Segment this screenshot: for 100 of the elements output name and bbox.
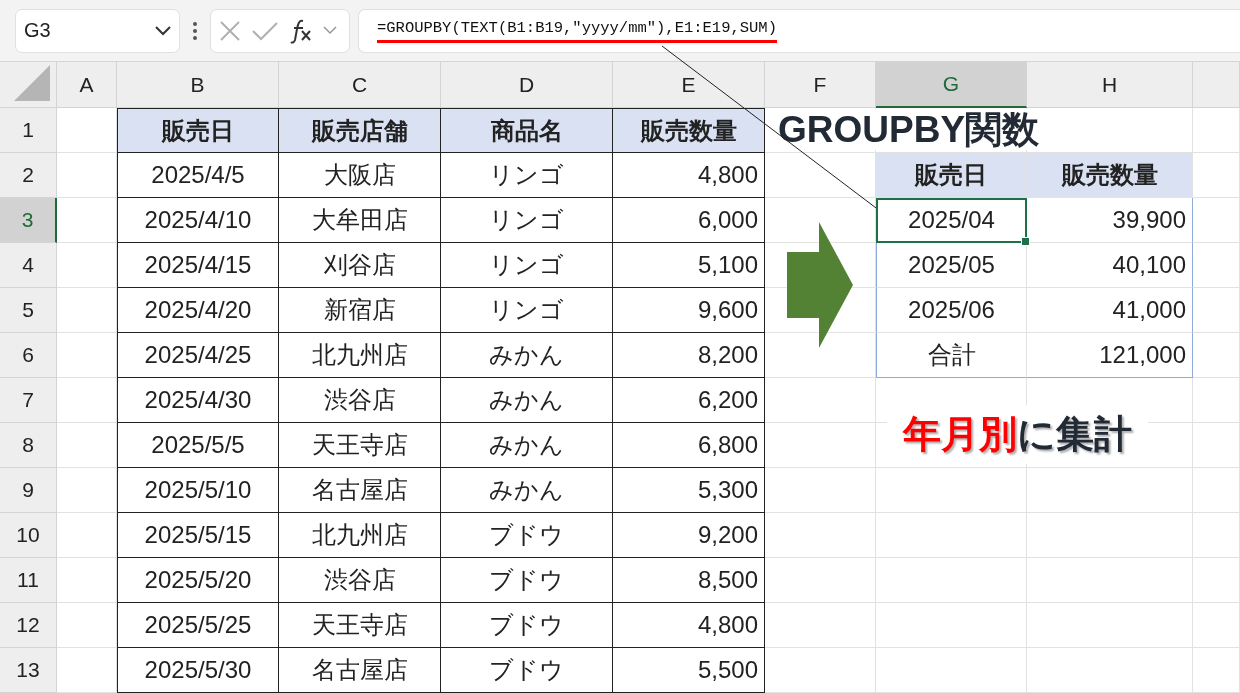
empty-cell (1193, 513, 1240, 558)
function-icon[interactable] (289, 17, 313, 44)
column-heading: 販売店舗 (279, 108, 441, 153)
row-header[interactable]: 10 (0, 513, 57, 558)
table-cell: みかん (441, 333, 613, 378)
table-cell: 2025/5/20 (117, 558, 279, 603)
row-header[interactable]: 12 (0, 603, 57, 648)
table-cell: 6,200 (613, 378, 765, 423)
table-cell: 121,000 (1027, 333, 1193, 378)
table-cell: 名古屋店 (279, 648, 441, 693)
table-cell: 2025/5/5 (117, 423, 279, 468)
empty-cell (1193, 378, 1240, 423)
table-cell: 名古屋店 (279, 468, 441, 513)
empty-cell (1193, 648, 1240, 693)
table-cell: 北九州店 (279, 333, 441, 378)
column-heading: 販売日 (876, 153, 1027, 198)
column-header[interactable]: C (279, 62, 441, 108)
table-cell: 39,900 (1027, 198, 1193, 243)
column-header[interactable]: E (613, 62, 765, 108)
empty-cell (1193, 423, 1240, 468)
table-cell: 2025/04 (876, 198, 1027, 243)
column-header[interactable]: B (117, 62, 279, 108)
column-heading: 商品名 (441, 108, 613, 153)
column-heading: 販売数量 (613, 108, 765, 153)
table-cell: 2025/4/25 (117, 333, 279, 378)
table-cell: 5,500 (613, 648, 765, 693)
table-cell: 40,100 (1027, 243, 1193, 288)
row-header[interactable]: 6 (0, 333, 57, 378)
chevron-down-icon[interactable] (323, 26, 337, 35)
table-cell: 2025/4/30 (117, 378, 279, 423)
table-cell: 2025/06 (876, 288, 1027, 333)
column-header[interactable]: G (876, 62, 1027, 108)
checkmark-icon[interactable] (251, 19, 279, 42)
table-cell: みかん (441, 378, 613, 423)
table-cell: ブドウ (441, 648, 613, 693)
empty-cell (1193, 108, 1240, 153)
table-cell: リンゴ (441, 198, 613, 243)
table-cell: 2025/4/10 (117, 198, 279, 243)
table-cell: 新宿店 (279, 288, 441, 333)
table-cell: 2025/5/25 (117, 603, 279, 648)
table-cell: 2025/05 (876, 243, 1027, 288)
table-cell: みかん (441, 423, 613, 468)
table-cell: リンゴ (441, 153, 613, 198)
formula-text: =GROUPBY(TEXT(B1:B19,"yyyy/mm"),E1:E19,SUM) (377, 18, 777, 43)
cancel-icon[interactable] (219, 19, 241, 42)
table-cell: 4,800 (613, 603, 765, 648)
table-cell: リンゴ (441, 243, 613, 288)
table-cell: 8,500 (613, 558, 765, 603)
row-header[interactable]: 5 (0, 288, 57, 333)
table-cell: リンゴ (441, 288, 613, 333)
row-header[interactable]: 9 (0, 468, 57, 513)
select-all-icon[interactable] (14, 65, 50, 101)
row-header[interactable]: 11 (0, 558, 57, 603)
table-cell: 6,800 (613, 423, 765, 468)
table-cell: 2025/5/30 (117, 648, 279, 693)
name-box[interactable]: G3 (15, 8, 180, 53)
table-cell: 渋谷店 (279, 558, 441, 603)
fill-handle[interactable] (1021, 237, 1030, 246)
row-header[interactable]: 4 (0, 243, 57, 288)
row-header[interactable]: 7 (0, 378, 57, 423)
table-cell: 2025/4/20 (117, 288, 279, 333)
table-cell: 6,000 (613, 198, 765, 243)
table-cell: 9,200 (613, 513, 765, 558)
formula-bar[interactable]: =GROUPBY(TEXT(B1:B19,"yyyy/mm"),E1:E19,SUM) (358, 8, 1240, 53)
table-cell: 大牟田店 (279, 198, 441, 243)
column-header[interactable]: F (765, 62, 876, 108)
row-header[interactable]: 1 (0, 108, 57, 153)
column-header[interactable]: D (441, 62, 613, 108)
table-cell: 北九州店 (279, 513, 441, 558)
table-cell: 大阪店 (279, 153, 441, 198)
table-cell: 2025/4/15 (117, 243, 279, 288)
column-header[interactable]: H (1027, 62, 1193, 108)
table-cell: 2025/4/5 (117, 153, 279, 198)
empty-cell (1193, 468, 1240, 513)
row-header[interactable]: 3 (0, 198, 57, 243)
table-cell: 5,100 (613, 243, 765, 288)
table-cell: ブドウ (441, 513, 613, 558)
table-cell: 2025/5/10 (117, 468, 279, 513)
row-header[interactable]: 2 (0, 153, 57, 198)
table-cell: みかん (441, 468, 613, 513)
table-cell: ブドウ (441, 603, 613, 648)
column-heading: 販売数量 (1027, 153, 1193, 198)
empty-cell (1193, 603, 1240, 648)
column-heading: 販売日 (117, 108, 279, 153)
row-header[interactable]: 13 (0, 648, 57, 693)
table-cell: 8,200 (613, 333, 765, 378)
table-cell: ブドウ (441, 558, 613, 603)
table-cell: 5,300 (613, 468, 765, 513)
empty-cell (1193, 558, 1240, 603)
table-cell: 刈谷店 (279, 243, 441, 288)
column-header[interactable]: A (57, 62, 117, 108)
right-arrow-icon (787, 222, 853, 348)
table-cell: 9,600 (613, 288, 765, 333)
table-cell: 合計 (876, 333, 1027, 378)
table-cell: 2025/5/15 (117, 513, 279, 558)
table-cell: 4,800 (613, 153, 765, 198)
table-cell: 天王寺店 (279, 603, 441, 648)
caption-label: 年月別に集計 (887, 405, 1148, 464)
table-cell: 41,000 (1027, 288, 1193, 333)
row-header[interactable]: 8 (0, 423, 57, 468)
